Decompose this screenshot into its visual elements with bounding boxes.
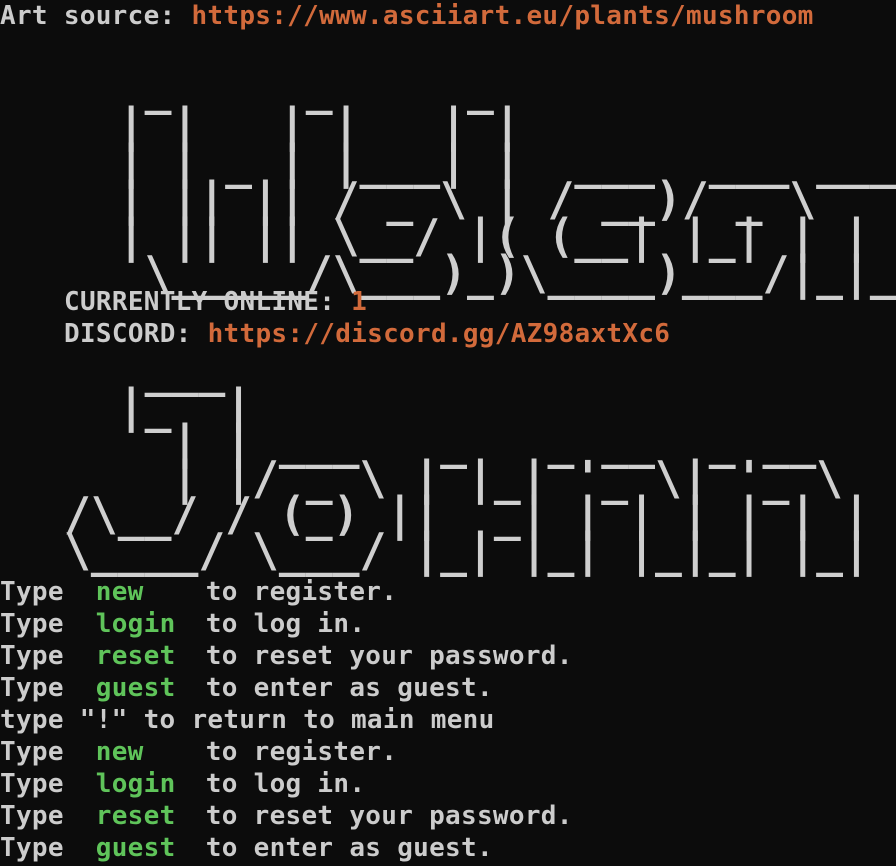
menu-item-reset: Type reset to reset your password. [0, 640, 573, 672]
menu-text: to register. [205, 737, 398, 767]
menu-prefix: Type [0, 641, 64, 671]
menu-item-new: Type new to register. [0, 736, 397, 768]
menu-text: to reset your password. [205, 641, 573, 671]
command-reset[interactable]: reset [96, 800, 206, 832]
command-login[interactable]: login [96, 608, 206, 640]
command-login[interactable]: login [96, 768, 206, 800]
command-guest[interactable]: guest [96, 832, 206, 864]
menu-item-reset: Type reset to reset your password. [0, 800, 573, 832]
menu-text: to log in. [205, 609, 366, 639]
menu-prefix: Type [0, 801, 64, 831]
menu-item-guest: Type guest to enter as guest. [0, 672, 493, 704]
menu-item-new: Type new to register. [0, 576, 397, 608]
menu-prefix: Type [0, 577, 64, 607]
menu-item-login: Type login to log in. [0, 768, 365, 800]
menu-text: to enter as guest. [205, 833, 493, 863]
command-guest[interactable]: guest [96, 672, 206, 704]
command-reset[interactable]: reset [96, 640, 206, 672]
menu-item-guest: Type guest to enter as guest. [0, 832, 493, 864]
discord-link[interactable]: https://discord.gg/AZ98axtXc6 [208, 319, 671, 349]
art-source-label: Art source: [0, 1, 192, 31]
menu-text: to register. [205, 577, 398, 607]
menu-text: to reset your password. [205, 801, 573, 831]
online-count: 1 [351, 287, 368, 317]
name-ascii-banner: ___ |_ | | | ___ _ _ __ _ __ _._. _._ | … [64, 343, 870, 577]
menu-prefix: Type [0, 769, 64, 799]
online-status-line: CURRENTLY ONLINE: 1 [64, 286, 367, 318]
art-source-link[interactable]: https://www.asciiart.eu/plants/mushroom [191, 1, 813, 31]
art-source-line: Art source: https://www.asciiart.eu/plan… [0, 0, 814, 32]
return-hint: type "!" to return to main menu [0, 705, 495, 735]
menu-text: to enter as guest. [205, 673, 493, 703]
command-new[interactable]: new [96, 576, 206, 608]
menu-item-login: Type login to log in. [0, 608, 365, 640]
menu-prefix: Type [0, 737, 64, 767]
menu-prefix: Type [0, 609, 64, 639]
online-label: CURRENTLY ONLINE: [64, 287, 352, 317]
welcome-ascii-banner: _ _ _ _ | | | | | | | | | | _ | |___| | … [117, 61, 896, 300]
menu-prefix: Type [0, 673, 64, 703]
command-new[interactable]: new [96, 736, 206, 768]
menu-prefix: Type [0, 833, 64, 863]
terminal-window[interactable]: Art source: https://www.asciiart.eu/plan… [0, 0, 896, 866]
menu-text: to log in. [205, 769, 366, 799]
